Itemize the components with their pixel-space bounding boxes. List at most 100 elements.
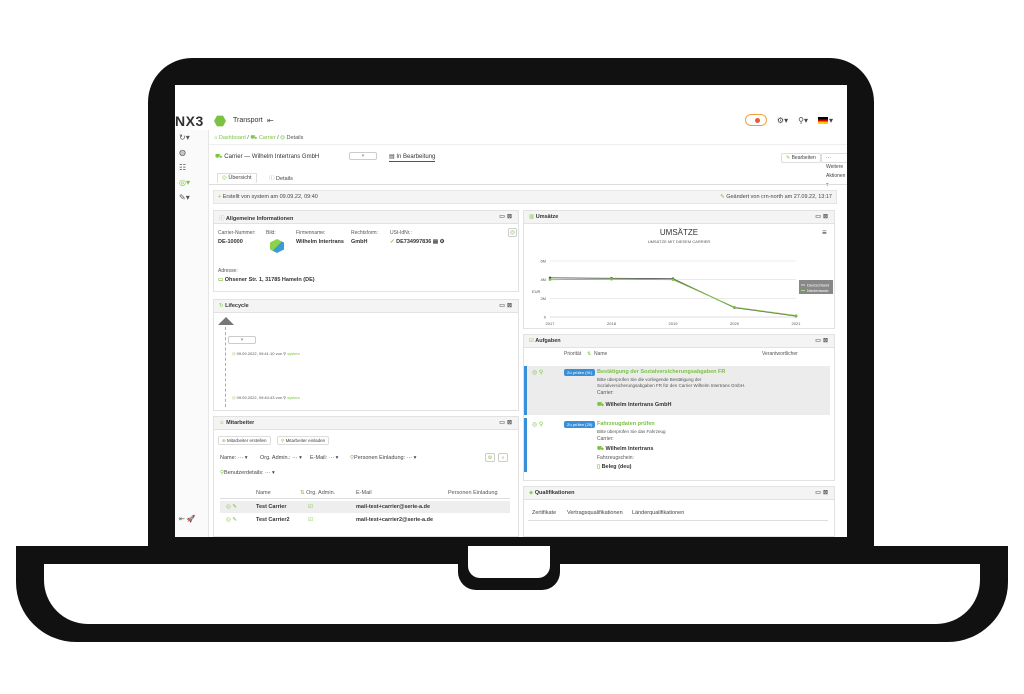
sort-icon[interactable]: ⇅ <box>587 351 591 357</box>
x-tick-label: 2019 <box>669 321 679 326</box>
x-tick-label: 2018 <box>607 321 617 326</box>
column-org-admin-label: Org. Admin. <box>306 490 336 496</box>
tab-details[interactable]: ⓘ Details <box>265 173 297 183</box>
tools-icon[interactable]: ✎▾ <box>179 193 190 202</box>
tab-country-qualifications[interactable]: Länderqualifikationen <box>632 510 684 516</box>
task-title[interactable]: Fahrzeugdaten prüfen <box>597 421 655 427</box>
column-org-admin[interactable]: ⇅ Org. Admin. <box>300 490 335 496</box>
panel-header: ☑ Aufgaben ▭⊠ <box>524 335 834 348</box>
row-name: Test Carrier2 <box>256 517 290 523</box>
eye-icon: ◎ <box>222 175 227 181</box>
edit-button[interactable]: ✎ Bearbeiten <box>781 153 821 163</box>
column-priority[interactable]: Priorität <box>564 351 581 357</box>
task-field-label: Carrier: <box>597 436 614 442</box>
tab-overview[interactable]: ◎ Übersicht <box>217 173 257 183</box>
cycle-icon: ↻ <box>219 303 224 309</box>
legal-form-value: GmbH <box>351 239 368 245</box>
legend-label: Niederlande <box>807 288 829 293</box>
breadcrumb-carrier[interactable]: Carrier <box>259 135 276 141</box>
history-icon[interactable]: ↻▾ <box>179 133 190 142</box>
tab-overview-label: Übersicht <box>228 175 252 181</box>
status-select[interactable]: ▾ <box>349 152 377 160</box>
panel-tools[interactable]: ▭⊠ <box>499 419 514 426</box>
task-link[interactable]: ⛟ Wilhelm Intertrans GmbH <box>597 402 671 409</box>
filter-name[interactable]: Name: ··· ▾ <box>220 455 248 461</box>
eye-icon: ◎ <box>280 135 285 141</box>
task-link[interactable]: ⛟ Wilhelm Intertrans <box>597 446 653 453</box>
panel-tools[interactable]: ▭⊠ <box>815 213 830 220</box>
eye-icon[interactable]: ◎▾ <box>179 178 190 187</box>
sidebar-bottom-tools[interactable]: ⇤ 🚀 <box>179 515 196 523</box>
entry-time: 09.09.2022, 09:40:43 <box>236 395 275 400</box>
x-tick-label: 2020 <box>730 321 740 326</box>
copy-icon[interactable]: ▤ <box>433 239 438 245</box>
app-logo[interactable]: NX3 <box>175 113 204 129</box>
task-item[interactable]: ◎ ⚲ Zu prüfen (91) Bestätigung der Sozia… <box>524 366 830 415</box>
panel-header: ⓘ Allgemeine Informationen ▭⊠ <box>214 211 518 224</box>
table-settings-button[interactable]: ⚙ <box>485 453 495 462</box>
entry-user[interactable]: system <box>287 395 300 400</box>
filter-email-label: E-Mail: ··· <box>310 455 335 461</box>
filter-invitation-label: Personen Einladung: ··· <box>354 455 413 461</box>
view-task-icon[interactable]: ◎ ⚲ <box>532 369 543 376</box>
task-title[interactable]: Bestätigung der Sozialversicherungsabgab… <box>597 369 725 375</box>
view-row-icon[interactable]: ◎ ✎ <box>226 517 237 523</box>
laptop-notch <box>458 546 560 590</box>
more-actions-button[interactable]: ··· Weitere Aktionen ▾ <box>821 153 847 188</box>
view-row-icon[interactable]: ◎ ✎ <box>226 504 237 510</box>
filter-name-label: Name: ··· <box>220 455 244 461</box>
app-name: Transport <box>233 117 263 124</box>
user-icon[interactable]: ⚲▾ <box>798 116 808 125</box>
filter-user-details-label: Benutzerdetails: ··· <box>224 470 271 476</box>
column-name[interactable]: Name <box>256 490 271 496</box>
view-task-icon[interactable]: ◎ ⚲ <box>532 421 543 428</box>
settings-icon[interactable]: ⚙ <box>440 239 445 245</box>
qualifications-tabs: Zertifikate Vertragsqualifikationen Länd… <box>528 507 828 521</box>
settings-icon[interactable]: ⚙▾ <box>777 116 788 125</box>
info-icon: ⓘ <box>219 216 225 222</box>
language-select[interactable]: ▾ <box>817 116 833 125</box>
tab-contract-qualifications[interactable]: Vertragsqualifikationen <box>567 510 623 516</box>
filter-org-admin[interactable]: Org. Admin.: ··· ▾ <box>260 455 302 461</box>
data-point <box>610 277 613 281</box>
entry-user[interactable]: system <box>287 351 300 356</box>
task-item[interactable]: ◎ ⚲ Zu prüfen (25) Fahrzeugdaten prüfen … <box>524 418 830 472</box>
create-staff-button[interactable]: ⊕ Mitarbeiter erstellen <box>218 436 271 445</box>
title-prefix: Carrier <box>224 154 243 160</box>
table-row[interactable]: ◎ ✎ Test Carrier2 ☑ mail-test+carrier2@s… <box>220 514 510 526</box>
filter-org-admin-label: Org. Admin.: ··· <box>260 455 298 461</box>
table-row[interactable]: ◎ ✎ Test Carrier ☑ mail-test+carrier@ser… <box>220 501 510 513</box>
filter-user-details[interactable]: ⚲Benutzerdetails: ··· ▾ <box>220 470 275 476</box>
column-responsible[interactable]: Verantwortlicher <box>762 351 798 357</box>
list-icon[interactable]: ☷ <box>179 163 186 172</box>
staff-panel: ☺ Mitarbeiter ▭⊠ ⊕ Mitarbeiter erstellen … <box>213 416 519 537</box>
task-link2[interactable]: ▯ Beleg (deu) <box>597 464 632 470</box>
address-value: ▭ Ohsener Str. 1, 31785 Hameln (DE) <box>218 277 315 283</box>
notification-toggle[interactable] <box>744 114 767 126</box>
timeline-filter-select[interactable]: ▾ <box>228 336 256 344</box>
panel-title: Aufgaben <box>535 338 561 344</box>
dashboard-icon[interactable]: ◍ <box>179 148 186 157</box>
row-email: mail-test+carrier@serie-a.de <box>356 504 431 510</box>
tab-certificates[interactable]: Zertifikate <box>532 510 556 516</box>
breadcrumb-dashboard[interactable]: Dashboard <box>219 135 246 141</box>
filter-invitation[interactable]: ⚲Personen Einladung: ··· ▾ <box>350 455 416 461</box>
filter-email[interactable]: E-Mail: ··· ▾ <box>310 455 338 461</box>
panel-tools[interactable]: ▭⊠ <box>499 213 514 220</box>
view-eye-button[interactable]: ◎ <box>508 228 517 237</box>
invite-staff-button[interactable]: ⚲ Mitarbeiter einladen <box>277 436 330 445</box>
collapse-icon[interactable]: ⇤ <box>267 116 274 125</box>
panel-tools[interactable]: ▭⊠ <box>815 489 830 496</box>
vat-number: DE734997836 <box>396 239 432 245</box>
checkbox-icon: ☑ <box>308 517 313 523</box>
panel-tools[interactable]: ▭⊠ <box>499 302 514 309</box>
column-invitation[interactable]: Personen Einladung <box>448 490 498 496</box>
changed-info: ✎ Geändert von crn-north am 27.09.22, 13… <box>720 194 832 200</box>
user-icon: ⚲ <box>283 351 287 356</box>
legal-form-label: Rechtsform: <box>351 230 378 236</box>
panel-tools[interactable]: ▭⊠ <box>815 337 830 344</box>
column-email[interactable]: E-Mail <box>356 490 372 496</box>
search-icon[interactable]: ⌕ <box>498 453 508 462</box>
invite-staff-label: Mitarbeiter einladen <box>285 438 326 443</box>
column-task-name[interactable]: Name <box>594 351 607 357</box>
